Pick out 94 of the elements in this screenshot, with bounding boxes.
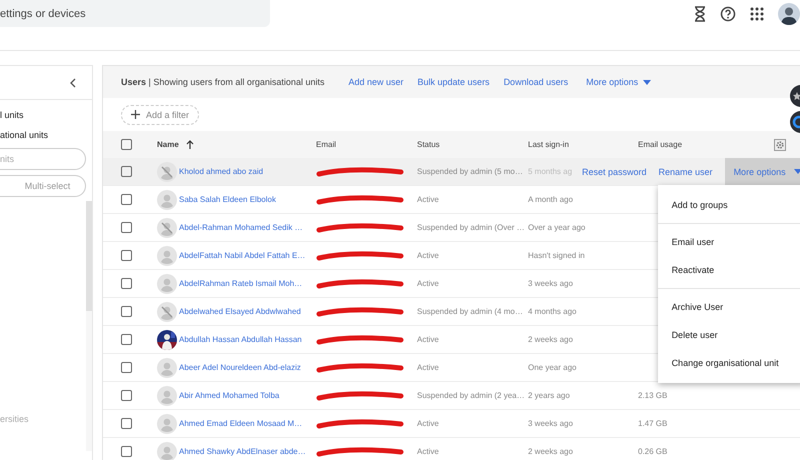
last-sign-in-cell: One year ago [528,363,576,372]
chevron-left-icon[interactable] [70,78,76,88]
menu-item[interactable]: Archive User [658,293,800,321]
row-checkbox[interactable] [121,446,132,457]
person-avatar-icon [157,414,177,434]
last-sign-in-cell: 2 weeks ago [528,447,573,456]
row-action-link[interactable]: Reset password [582,166,647,176]
caret-icon [643,80,652,84]
more-options-link[interactable]: More options [586,77,652,87]
last-sign-in-cell: 2 years ago [528,391,570,400]
email-usage-cell: 1.47 GB [638,419,668,428]
header-link[interactable]: Download users [504,77,568,87]
status-cell: Active [417,251,439,260]
person-avatar-icon [157,358,177,378]
user-name-link[interactable]: Saba Salah Eldeen Elbolok [179,195,276,204]
person-avatar-icon [157,246,177,266]
column-header[interactable]: Email usage [638,140,682,149]
caret-icon [794,169,800,174]
menu-item[interactable]: Add to groups [658,191,800,219]
crossed-person-icon [157,302,177,322]
column-header[interactable]: Email [316,140,336,149]
status-cell: Active [417,195,439,204]
scrollbar-thumb[interactable] [86,201,92,311]
person-avatar-icon [157,274,177,294]
user-name-link[interactable]: Ahmed Emad Eldeen Mosaad M… [179,419,302,428]
column-header[interactable]: Last sign-in [528,140,569,149]
last-sign-in-cell: Hasn't signed in [528,251,585,260]
hourglass-icon[interactable] [694,6,706,22]
last-sign-in-cell: Over a year ago [528,223,586,232]
column-header[interactable]: Status [417,140,440,149]
last-sign-in-cell: 3 weeks ago [528,419,573,428]
header-link[interactable]: Bulk update users [418,77,490,87]
row-checkbox[interactable] [121,194,132,205]
status-cell: Active [417,419,439,428]
header-link[interactable]: Add new user [348,77,404,87]
settings-icon[interactable] [774,139,786,151]
person-avatar-icon [157,386,177,406]
row-checkbox[interactable] [121,222,132,233]
menu-item[interactable]: Email user [658,228,800,256]
sort-arrow-icon[interactable] [186,140,194,149]
row-checkbox[interactable] [121,278,132,289]
last-sign-in-cell: 3 weeks ago [528,279,573,288]
org-unit-item[interactable]: l units [0,110,92,120]
user-name-link[interactable]: Kholod ahmed abo zaid [179,167,264,176]
menu-item[interactable]: Change organisational unit [658,349,800,377]
status-cell: Active [417,335,439,344]
status-cell: Active [417,279,439,288]
last-sign-in-cell: 2 weeks ago [528,335,573,344]
row-checkbox[interactable] [121,390,132,401]
multi-select-button[interactable]: Multi-select [0,175,86,197]
user-name-link[interactable]: AbdelFattah Nabil Abdel Fattah E… [179,251,306,260]
row-checkbox[interactable] [121,250,132,261]
crossed-person-icon [157,162,177,182]
status-cell: Suspended by admin (4 mo… [417,307,523,316]
search-field[interactable]: ettings or devices [0,0,270,27]
user-name-link[interactable]: Abeer Adel Noureldeen Abd-elaziz [179,363,301,372]
menu-item[interactable]: Delete user [658,321,800,349]
user-name-link[interactable]: Abir Ahmed Mohamed Tolba [179,391,280,400]
row-checkbox[interactable] [121,362,132,373]
account-avatar[interactable] [778,3,800,25]
user-name-link[interactable]: Ahmed Shawky AbdElnaser abde… [179,447,306,456]
status-cell: Suspended by admin (5 mo… [417,167,523,176]
org-unit-item[interactable]: ational units [0,130,92,140]
more-options-button[interactable]: More options [724,158,800,185]
row-checkbox[interactable] [121,306,132,317]
row-action-link[interactable]: Rename user [658,166,713,176]
row-checkbox[interactable] [121,418,132,429]
email-usage-cell: 2.13 GB [638,391,668,400]
star-bubble-icon[interactable] [790,85,800,107]
row-checkbox[interactable] [121,334,132,345]
crossed-person-icon [157,218,177,238]
status-cell: Active [417,363,439,372]
status-cell: Suspended by admin (2 yea… [417,391,525,400]
add-filter-button[interactable]: Add a filter [121,104,200,124]
chat-bubble-icon[interactable] [790,111,800,133]
user-name-link[interactable]: AbdelRahman Rateb Ismail Moh… [179,279,302,288]
apps-grid-icon[interactable] [750,7,764,21]
users-heading: Users | Showing users from all organisational units [121,77,324,87]
status-cell: Active [417,447,439,456]
last-sign-in-cell: A month ago [528,195,573,204]
email-usage-cell: 0.26 GB [638,447,668,456]
column-header[interactable]: Name [157,140,179,149]
user-name-link[interactable]: Abdel-Rahman Mohamed Sedik … [179,223,303,232]
status-cell: Suspended by admin (Over … [417,223,525,232]
user-name-link[interactable]: Abdelwahed Elsayed Abdwlwahed [179,307,301,316]
select-all-checkbox[interactable] [121,139,132,150]
help-icon[interactable] [720,6,736,22]
row-checkbox[interactable] [121,166,132,177]
menu-item[interactable]: Reactivate [658,256,800,284]
last-sign-in-cell: 4 months ago [528,307,576,316]
person-avatar-icon [157,190,177,210]
plus-icon [131,110,140,119]
person-avatar-icon [157,442,177,460]
user-name-link[interactable]: Abdullah Hassan Abdullah Hassan [179,335,302,344]
